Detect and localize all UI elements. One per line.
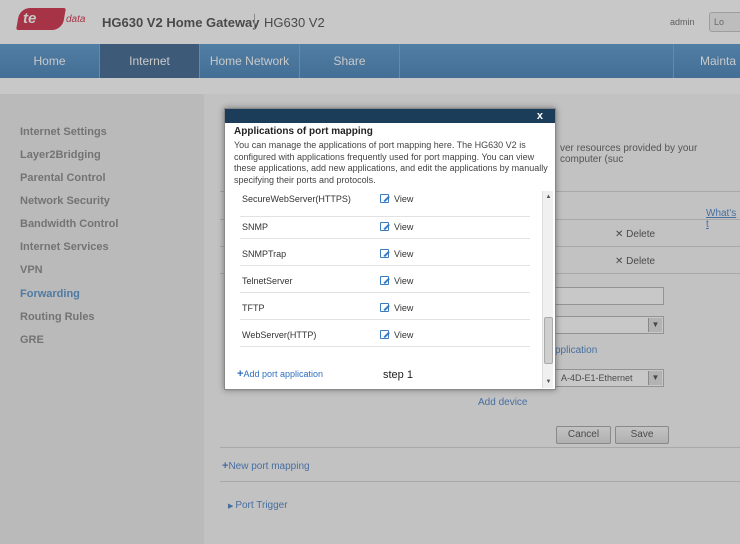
edit-icon [380, 194, 389, 203]
application-name: SNMPTrap [242, 249, 287, 259]
view-label: View [394, 330, 414, 340]
scroll-up-icon[interactable]: ▲ [543, 191, 554, 203]
view-button[interactable]: View [380, 276, 413, 286]
view-label: View [394, 194, 414, 204]
list-item: SNMPTrap View [240, 239, 530, 266]
application-name: SecureWebServer(HTTPS) [242, 194, 351, 204]
view-button[interactable]: View [380, 249, 413, 259]
add-port-application-label: Add port application [243, 369, 323, 379]
application-list: SecureWebServer(HTTPS) View SNMP View SN… [234, 190, 554, 390]
scroll-thumb[interactable] [544, 317, 553, 364]
edit-icon [380, 249, 389, 258]
list-scrollbar[interactable]: ▲ ▼ [542, 191, 553, 388]
view-label: View [394, 276, 414, 286]
view-label: View [394, 303, 414, 313]
dialog-description: You can manage the applications of port … [234, 140, 548, 185]
application-name: WebServer(HTTP) [242, 330, 317, 340]
view-button[interactable]: View [380, 303, 413, 313]
dialog-heading: Applications of port mapping [234, 126, 373, 137]
view-button[interactable]: View [380, 222, 413, 232]
list-item: TFTP View [240, 293, 530, 320]
close-button[interactable]: x [537, 109, 543, 123]
add-port-application-link[interactable]: +Add port application [237, 368, 323, 380]
application-name: TelnetServer [242, 276, 293, 286]
list-item: SNMP View [240, 212, 530, 239]
view-button[interactable]: View [380, 330, 413, 340]
edit-icon [380, 303, 389, 312]
view-label: View [394, 222, 414, 232]
edit-icon [380, 330, 389, 339]
application-name: SNMP [242, 222, 269, 232]
list-item: TelnetServer View [240, 266, 530, 293]
application-name: TFTP [242, 303, 265, 313]
edit-icon [380, 222, 389, 231]
dialog-title-bar: x [225, 109, 555, 123]
view-button[interactable]: View [380, 194, 413, 204]
port-application-dialog: x Applications of port mapping You can m… [224, 108, 556, 390]
scroll-down-icon[interactable]: ▼ [543, 376, 554, 388]
edit-icon [380, 276, 389, 285]
list-item: WebServer(HTTP) View [240, 320, 530, 347]
view-label: View [394, 249, 414, 259]
step-annotation: step 1 [383, 369, 413, 381]
